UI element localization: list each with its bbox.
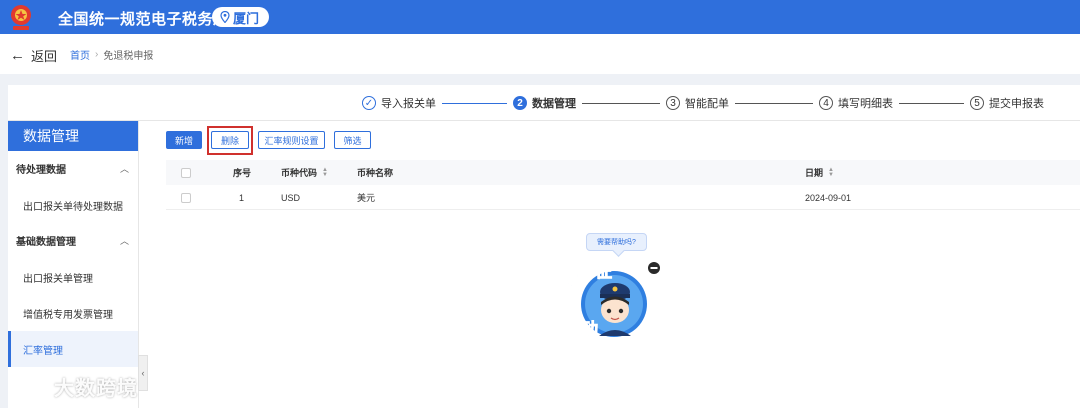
step-import[interactable]: ✓ 导入报关单 [362, 95, 436, 111]
step-label: 填写明细表 [838, 98, 893, 110]
svg-text:征: 征 [595, 261, 612, 282]
breadcrumb: 首页 › 免退税申报 [70, 47, 153, 62]
back-label: 返回 [31, 49, 58, 64]
chevron-up-icon: ︿ [119, 163, 129, 174]
step-submit[interactable]: 5 提交申报表 [970, 95, 1044, 111]
help-bubble[interactable]: 需要帮助吗? [586, 233, 647, 251]
watermark-logo-icon [22, 379, 47, 394]
step-label: 数据管理 [532, 98, 576, 110]
step-number: 5 [970, 96, 984, 110]
cell-currency-code: USD [281, 192, 301, 203]
sidebar-title: 数据管理 [8, 121, 138, 151]
step-connector [582, 102, 660, 104]
chevron-up-icon: ︿ [119, 235, 129, 246]
top-header-bar: 全国统一规范电子税务局 厦门 [0, 0, 1080, 34]
svg-text:动: 动 [581, 320, 598, 340]
filter-button[interactable]: 筛选 [334, 131, 371, 149]
step-label: 导入报关单 [381, 98, 436, 110]
tax-emblem-icon [11, 5, 31, 30]
table-row[interactable]: 1 USD 美元 2024-09-01 [166, 185, 1080, 210]
rate-rule-settings-button[interactable]: 汇率规则设置 [258, 131, 325, 149]
step-connector [899, 102, 964, 104]
step-smart-match[interactable]: 3 智能配单 [666, 95, 729, 111]
column-label: 币种代码 [281, 168, 318, 178]
sidebar-item-exchange-rate[interactable]: 汇率管理 [8, 331, 138, 367]
watermark: 大数跨境 [22, 372, 138, 401]
city-selector[interactable]: 厦门 [212, 7, 270, 27]
interactive-helper-widget[interactable]: 征 纳 互 动 [555, 258, 665, 340]
sidebar-item-vat-invoice[interactable]: 增值税专用发票管理 [8, 295, 138, 331]
city-name: 厦门 [233, 10, 260, 26]
back-arrow-icon: ← [10, 47, 25, 64]
breadcrumb-separator-icon: › [95, 49, 99, 60]
app-title: 全国统一规范电子税务局 [58, 11, 229, 28]
cell-date: 2024-09-01 [805, 192, 852, 203]
select-all-checkbox[interactable] [181, 160, 191, 185]
column-currency-code[interactable]: 币种代码 ▲ ▼ [281, 160, 328, 185]
location-pin-icon [220, 11, 230, 23]
step-label: 智能配单 [685, 98, 729, 110]
breadcrumb-home[interactable]: 首页 [70, 47, 90, 62]
step-number: 3 [666, 96, 680, 110]
watermark-text: 大数跨境 [54, 378, 138, 400]
step-data-management[interactable]: 2 数据管理 [513, 95, 576, 111]
sidebar-group-label: 待处理数据 [16, 164, 66, 176]
column-label: 日期 [805, 168, 824, 178]
sort-icon[interactable]: ▲ ▼ [828, 167, 834, 178]
step-connector [735, 102, 813, 104]
svg-text:互: 互 [561, 298, 578, 318]
breadcrumb-current: 免退税申报 [103, 51, 154, 62]
back-button[interactable]: ← 返回 [10, 46, 57, 65]
sidebar-item-customs-management[interactable]: 出口报关单管理 [8, 259, 138, 295]
check-circle-icon: ✓ [362, 96, 376, 110]
cell-currency-name: 美元 [357, 193, 376, 203]
column-index: 序号 [233, 168, 252, 178]
column-date[interactable]: 日期 ▲ ▼ [805, 160, 834, 185]
sidebar-collapse-icon[interactable]: ‹ [138, 355, 148, 391]
svg-text:纳: 纳 [567, 273, 584, 294]
sidebar-group-basic-data[interactable]: 基础数据管理 ︿ [8, 223, 138, 257]
step-label: 提交申报表 [989, 98, 1044, 110]
table-header: 序号 币种代码 ▲ ▼ 币种名称 日期 ▲ ▼ [166, 160, 1080, 185]
column-currency-name: 币种名称 [357, 168, 394, 178]
sidebar-group-label: 基础数据管理 [16, 236, 76, 248]
divider [8, 120, 1080, 121]
navigation-bar: ← 返回 首页 › 免退税申报 [0, 34, 1080, 74]
sidebar-group-pending[interactable]: 待处理数据 ︿ [8, 151, 138, 185]
add-button[interactable]: 新增 [166, 131, 202, 149]
delete-highlight-box [207, 126, 253, 155]
cell-index: 1 [239, 192, 245, 203]
step-number: 2 [513, 96, 527, 110]
progress-steps: ✓ 导入报关单 2 数据管理 3 智能配单 4 填写明细表 5 提交申报表 [362, 95, 1044, 111]
step-fill-details[interactable]: 4 填写明细表 [819, 95, 893, 111]
step-number: 4 [819, 96, 833, 110]
sidebar-item-pending-customs[interactable]: 出口报关单待处理数据 [8, 187, 138, 223]
sort-icon[interactable]: ▲ ▼ [322, 167, 328, 178]
step-connector [442, 102, 507, 104]
row-checkbox[interactable] [181, 185, 191, 210]
